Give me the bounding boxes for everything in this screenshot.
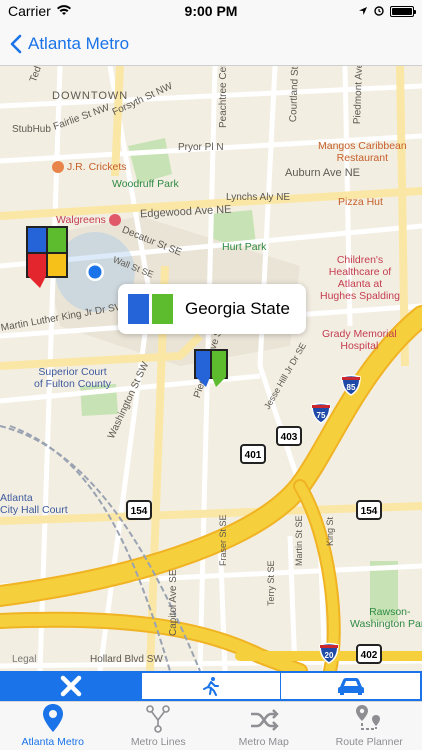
pharmacy-icon	[108, 214, 121, 227]
tab-label: Metro Map	[238, 736, 289, 748]
metro-lines-icon	[146, 705, 171, 733]
venue-label: StubHub	[12, 124, 51, 135]
tab-bar: Atlanta Metro Metro Lines Metro Map Rout…	[0, 701, 422, 750]
neighborhood-label: DOWNTOWN	[52, 90, 129, 102]
location-arrow-icon	[358, 4, 368, 19]
poi-rawson-washington-park[interactable]: Rawson- Washington Park	[350, 606, 422, 630]
poi-walgreens[interactable]: Walgreens	[56, 214, 124, 227]
poi-pizza-hut[interactable]: Pizza Hut	[338, 196, 383, 208]
tab-metro-lines[interactable]: Metro Lines	[106, 702, 212, 750]
svg-text:75: 75	[317, 411, 326, 420]
tab-label: Metro Lines	[130, 736, 186, 748]
street-label: Hollard Blvd SW	[90, 654, 163, 665]
transport-mode-control	[0, 671, 422, 701]
svg-text:403: 403	[281, 432, 298, 443]
poi-woodruff-park[interactable]: Woodruff Park	[112, 178, 179, 190]
poi-jr-crickets[interactable]: J.R. Crickets	[52, 161, 127, 174]
poi-childrens-healthcare[interactable]: Children's Healthcare of Atlanta at Hugh…	[320, 254, 400, 302]
battery-icon	[390, 5, 416, 17]
tab-label: Route Planner	[335, 736, 403, 748]
restaurant-icon	[52, 161, 64, 174]
alarm-icon	[374, 4, 384, 19]
back-label: Atlanta Metro	[28, 33, 130, 53]
poi-hurt-park[interactable]: Hurt Park	[222, 241, 266, 253]
callout-title: Georgia State	[185, 299, 290, 318]
street-label: Martin St SE	[294, 515, 304, 566]
poi-grady-hospital[interactable]: Grady Memorial Hospital	[322, 328, 397, 352]
svg-text:154: 154	[361, 506, 378, 517]
svg-text:20: 20	[325, 651, 334, 660]
poi-superior-court[interactable]: Superior Court of Fulton County	[34, 366, 111, 390]
chevron-left-icon	[10, 34, 22, 53]
svg-text:85: 85	[347, 383, 356, 392]
street-label: King St	[325, 516, 335, 546]
wifi-icon	[56, 3, 71, 19]
close-segment[interactable]	[2, 673, 142, 699]
street-label: Terry St SE	[266, 560, 276, 606]
tab-label: Atlanta Metro	[21, 736, 84, 748]
tab-metro-map[interactable]: Metro Map	[211, 702, 317, 750]
map-view[interactable]: Ted Turner Dr DOWNTOWN Forsyth St NW Stu…	[0, 66, 422, 671]
tab-atlanta-metro[interactable]: Atlanta Metro	[0, 702, 106, 750]
shuffle-icon	[250, 709, 279, 731]
walk-icon	[203, 677, 219, 696]
street-label: Pryor Pl N	[178, 142, 224, 153]
legal-link[interactable]: Legal	[12, 654, 36, 665]
route-planner-icon	[356, 705, 381, 730]
svg-text:402: 402	[361, 650, 378, 661]
station-line-logo	[128, 294, 173, 324]
svg-text:154: 154	[131, 506, 148, 517]
location-pin-icon	[42, 704, 63, 732]
street-label: Peachtree Center	[218, 66, 229, 128]
street-label: Capitol Ave SE	[168, 569, 179, 636]
tab-route-planner[interactable]: Route Planner	[317, 702, 422, 750]
poi-city-hall-court[interactable]: Atlanta City Hall Court	[0, 492, 68, 516]
status-bar: Carrier 9:00 PM	[0, 0, 422, 22]
station-callout[interactable]: Georgia State	[118, 284, 306, 334]
car-icon	[337, 678, 364, 695]
close-icon	[61, 675, 82, 697]
street-label: Fraser St SE	[218, 514, 228, 566]
navigation-bar: Atlanta Metro	[0, 22, 422, 66]
walk-segment[interactable]	[142, 673, 282, 699]
street-label: Auburn Ave NE	[285, 167, 361, 179]
svg-text:401: 401	[245, 450, 262, 461]
carrier-label: Carrier	[8, 3, 51, 19]
poi-mangos[interactable]: Mangos Caribbean Restaurant	[318, 140, 407, 164]
drive-segment[interactable]	[281, 673, 420, 699]
back-button[interactable]: Atlanta Metro	[10, 34, 129, 54]
street-label: Lynchs Aly NE	[226, 192, 291, 203]
